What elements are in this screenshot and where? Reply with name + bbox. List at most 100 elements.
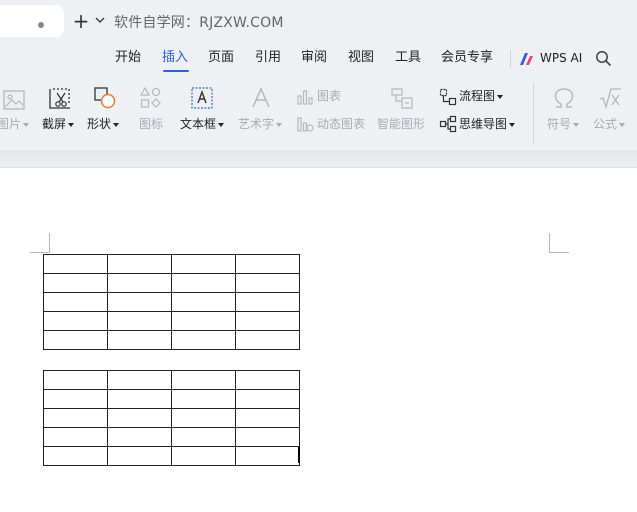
tab-review[interactable]: 审阅 bbox=[301, 47, 327, 69]
table-cell[interactable] bbox=[43, 273, 108, 293]
table-cell[interactable] bbox=[235, 311, 300, 331]
ribbon-bottom-border bbox=[0, 150, 637, 168]
table-cell[interactable] bbox=[235, 389, 300, 409]
flowchart-button[interactable]: 流程图 bbox=[459, 88, 504, 104]
unsaved-dot-icon bbox=[38, 22, 44, 28]
table-cell[interactable] bbox=[235, 370, 300, 390]
picture-button[interactable]: 图片 bbox=[0, 116, 30, 132]
table-cell[interactable] bbox=[43, 330, 108, 350]
table-cell[interactable] bbox=[43, 370, 108, 390]
flowchart-icon[interactable] bbox=[439, 88, 457, 106]
table-cell[interactable] bbox=[43, 408, 108, 428]
document-page[interactable] bbox=[0, 168, 637, 512]
text-cursor bbox=[298, 447, 300, 463]
formula-button[interactable]: 公式 bbox=[593, 116, 626, 132]
table-cell[interactable] bbox=[235, 292, 300, 312]
screenshot-button[interactable]: 截屏 bbox=[42, 116, 75, 132]
tab-page[interactable]: 页面 bbox=[208, 47, 234, 69]
table-cell[interactable] bbox=[235, 330, 300, 350]
table-cell[interactable] bbox=[235, 446, 300, 466]
table-cell[interactable] bbox=[43, 254, 108, 274]
textbox-icon[interactable] bbox=[190, 86, 214, 110]
table-row bbox=[43, 292, 300, 312]
table-cell[interactable] bbox=[171, 408, 236, 428]
table-cell[interactable] bbox=[43, 427, 108, 447]
wordart-icon[interactable] bbox=[249, 86, 273, 110]
table-cell[interactable] bbox=[171, 370, 236, 390]
table-cell[interactable] bbox=[107, 273, 172, 293]
omega-symbol-icon[interactable] bbox=[552, 86, 576, 110]
chevron-down-icon[interactable] bbox=[94, 14, 106, 26]
tab-view[interactable]: 视图 bbox=[348, 47, 374, 69]
icon-button[interactable]: 图标 bbox=[139, 116, 163, 132]
icon-library-icon[interactable] bbox=[139, 86, 163, 110]
tab-references[interactable]: 引用 bbox=[255, 47, 281, 69]
table-cell[interactable] bbox=[171, 273, 236, 293]
screenshot-scissors-icon[interactable] bbox=[48, 87, 72, 111]
table-cell[interactable] bbox=[171, 389, 236, 409]
chart-button[interactable]: 图表 bbox=[317, 88, 341, 104]
smart-graphic-button[interactable]: 智能图形 bbox=[377, 116, 425, 132]
table-cell[interactable] bbox=[107, 292, 172, 312]
table-row bbox=[43, 446, 300, 466]
dynamic-chart-icon[interactable] bbox=[296, 115, 314, 133]
table-cell[interactable] bbox=[43, 389, 108, 409]
mindmap-button[interactable]: 思维导图 bbox=[459, 116, 516, 132]
wps-ai-icon[interactable] bbox=[519, 52, 535, 66]
table-cell[interactable] bbox=[107, 370, 172, 390]
tab-member[interactable]: 会员专享 bbox=[441, 47, 493, 69]
table-cell[interactable] bbox=[107, 330, 172, 350]
formula-icon[interactable] bbox=[598, 86, 622, 110]
tab-home[interactable]: 开始 bbox=[115, 47, 141, 69]
smart-graphic-icon[interactable] bbox=[390, 86, 414, 110]
table-cell[interactable] bbox=[171, 311, 236, 331]
table-row bbox=[43, 408, 300, 428]
wordart-button[interactable]: 艺术字 bbox=[238, 116, 283, 132]
menu-bar: 开始 插入 页面 引用 审阅 视图 工具 会员专享 WPS AI bbox=[0, 44, 637, 74]
chart-icon[interactable] bbox=[296, 88, 314, 106]
table-cell[interactable] bbox=[235, 408, 300, 428]
dynamic-chart-button[interactable]: 动态图表 bbox=[317, 116, 365, 132]
table-cell[interactable] bbox=[43, 311, 108, 331]
wps-ai-button[interactable]: WPS AI bbox=[540, 47, 582, 69]
table-cell[interactable] bbox=[107, 311, 172, 331]
table-cell[interactable] bbox=[235, 254, 300, 274]
document-table-1[interactable] bbox=[43, 254, 300, 350]
table-row bbox=[43, 330, 300, 350]
table-cell[interactable] bbox=[235, 427, 300, 447]
table-row bbox=[43, 370, 300, 390]
table-row bbox=[43, 273, 300, 293]
table-cell[interactable] bbox=[171, 254, 236, 274]
mindmap-icon[interactable] bbox=[439, 115, 457, 133]
table-cell[interactable] bbox=[107, 408, 172, 428]
tab-insert[interactable]: 插入 bbox=[162, 47, 188, 69]
active-tab-indicator bbox=[163, 70, 189, 72]
ribbon-divider bbox=[533, 82, 534, 144]
title-bar: + 软件自学网：RJZXW.COM bbox=[0, 0, 637, 44]
shape-icon[interactable] bbox=[93, 86, 117, 110]
textbox-button[interactable]: 文本框 bbox=[180, 116, 225, 132]
table-cell[interactable] bbox=[171, 427, 236, 447]
table-cell[interactable] bbox=[171, 292, 236, 312]
table-cell[interactable] bbox=[43, 446, 108, 466]
new-tab-plus-icon[interactable]: + bbox=[72, 10, 90, 32]
table-cell[interactable] bbox=[107, 389, 172, 409]
page-margin-corner-left bbox=[30, 233, 50, 253]
menu-divider bbox=[510, 50, 511, 68]
document-tab[interactable] bbox=[0, 5, 64, 37]
table-cell[interactable] bbox=[107, 427, 172, 447]
shape-button[interactable]: 形状 bbox=[87, 116, 120, 132]
table-cell[interactable] bbox=[171, 330, 236, 350]
table-cell[interactable] bbox=[107, 254, 172, 274]
table-cell[interactable] bbox=[43, 292, 108, 312]
document-table-2[interactable] bbox=[43, 370, 300, 466]
table-cell[interactable] bbox=[235, 273, 300, 293]
tab-tools[interactable]: 工具 bbox=[395, 47, 421, 69]
table-row bbox=[43, 389, 300, 409]
table-cell[interactable] bbox=[171, 446, 236, 466]
picture-icon[interactable] bbox=[2, 88, 26, 112]
symbol-button[interactable]: 符号 bbox=[547, 116, 580, 132]
search-icon[interactable] bbox=[595, 50, 612, 67]
table-cell[interactable] bbox=[107, 446, 172, 466]
table-row bbox=[43, 427, 300, 447]
